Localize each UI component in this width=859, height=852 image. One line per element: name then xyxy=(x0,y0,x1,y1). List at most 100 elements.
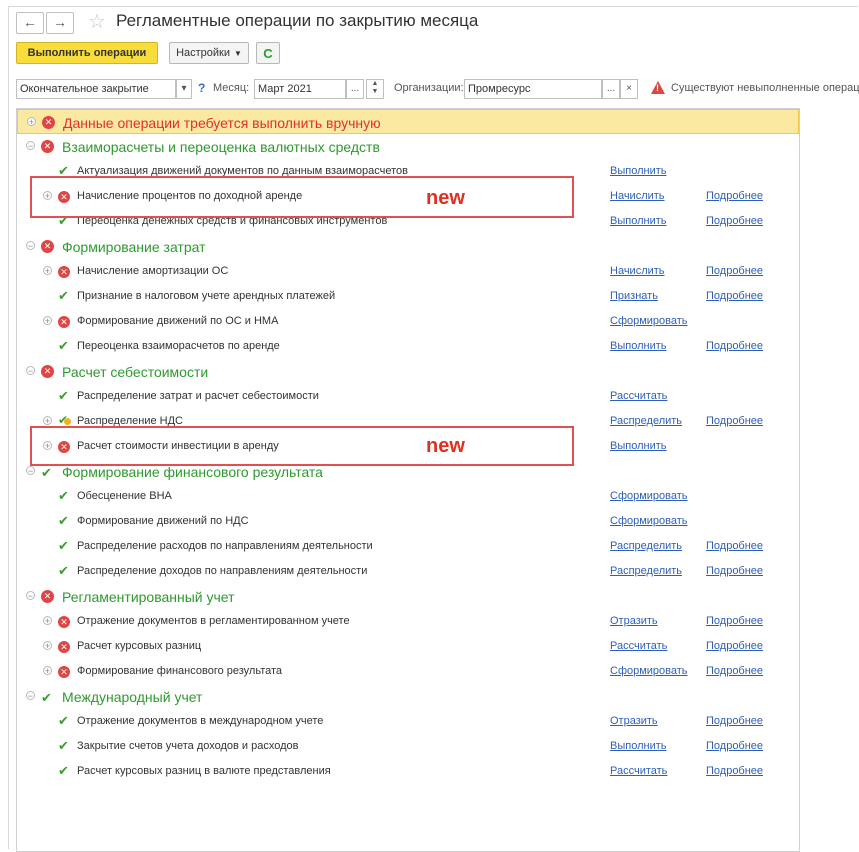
operation-action-link[interactable]: Отразить xyxy=(610,715,658,727)
group-row[interactable]: − ✔ Международный учет xyxy=(17,684,799,709)
back-button[interactable]: ← xyxy=(16,12,44,34)
help-icon[interactable]: ? xyxy=(198,81,205,95)
operation-name: Формирование движений по НДС xyxy=(77,515,249,527)
mode-dropdown-button[interactable]: ▾ xyxy=(176,79,192,99)
operation-name: Расчет курсовых разниц xyxy=(77,640,202,652)
favorite-star-icon[interactable]: ☆ xyxy=(88,9,106,34)
details-link[interactable]: Подробнее xyxy=(706,265,763,277)
expand-toggle-icon[interactable]: + xyxy=(43,416,52,426)
collapse-toggle-icon[interactable]: − xyxy=(26,466,35,476)
details-link[interactable]: Подробнее xyxy=(706,615,763,627)
refresh-icon: C xyxy=(263,46,273,61)
forward-button[interactable]: → xyxy=(46,12,74,34)
group-row[interactable]: − ✕ Регламентированный учет xyxy=(17,584,799,609)
details-link[interactable]: Подробнее xyxy=(706,190,763,202)
expand-toggle-icon[interactable]: + xyxy=(43,666,52,676)
expand-toggle-icon[interactable]: + xyxy=(43,316,52,326)
details-link[interactable]: Подробнее xyxy=(706,290,763,302)
month-select-button[interactable]: ... xyxy=(346,79,364,99)
org-select-button[interactable]: ... xyxy=(602,79,620,99)
operation-action-link[interactable]: Рассчитать xyxy=(610,640,667,652)
operation-action-link[interactable]: Выполнить xyxy=(610,440,666,452)
details-link[interactable]: Подробнее xyxy=(706,215,763,227)
settings-label: Настройки xyxy=(176,47,230,59)
check-status-icon: ✔ xyxy=(58,763,69,778)
expand-toggle-icon[interactable]: + xyxy=(27,117,36,127)
collapse-toggle-icon[interactable]: − xyxy=(26,366,35,376)
operation-name: Признание в налоговом учете арендных пла… xyxy=(77,290,336,302)
group-row[interactable]: − ✕ Формирование затрат xyxy=(17,234,799,259)
check-status-icon: ✔ xyxy=(58,488,69,503)
group-row[interactable]: − ✕ Расчет себестоимости xyxy=(17,359,799,384)
operation-action-link[interactable]: Начислить xyxy=(610,190,665,202)
operation-action-link[interactable]: Начислить xyxy=(610,265,665,277)
operation-row: ✔ Переоценка взаиморасчетов по аренде Выпо… xyxy=(17,334,799,359)
month-field[interactable]: Март 2021 xyxy=(254,79,346,99)
operation-action-link[interactable]: Рассчитать xyxy=(610,765,667,777)
operation-action-link[interactable]: Сформировать xyxy=(610,665,688,677)
operation-name: Переоценка взаиморасчетов по аренде xyxy=(77,340,280,352)
collapse-toggle-icon[interactable]: − xyxy=(26,141,35,151)
new-annotation-label: new xyxy=(426,435,465,457)
operation-action-link[interactable]: Выполнить xyxy=(610,215,666,227)
operation-action-link[interactable]: Сформировать xyxy=(610,490,688,502)
collapse-toggle-icon[interactable]: − xyxy=(26,591,35,601)
group-name: Формирование затрат xyxy=(62,239,206,255)
warning-text: Существуют невыполненные операции xyxy=(671,82,859,94)
month-stepper[interactable]: ▲ ▼ xyxy=(366,79,384,99)
operation-action-link[interactable]: Выполнить xyxy=(610,740,666,752)
operation-row: + ✕ Расчет курсовых разниц Рассчитать Подроб… xyxy=(17,634,799,659)
operation-action-link[interactable]: Выполнить xyxy=(610,165,666,177)
operation-action-link[interactable]: Отразить xyxy=(610,615,658,627)
expand-toggle-icon[interactable]: + xyxy=(43,266,52,276)
operation-row: + ✕ Отражение документов в регламентирован… xyxy=(17,609,799,634)
details-link[interactable]: Подробнее xyxy=(706,540,763,552)
details-link[interactable]: Подробнее xyxy=(706,715,763,727)
operation-row: ✔ Формирование движений по НДС Сформироват… xyxy=(17,509,799,534)
details-link[interactable]: Подробнее xyxy=(706,765,763,777)
operation-row: ✔ Распределение доходов по направлениям д… xyxy=(17,559,799,584)
new-annotation-label: new xyxy=(426,187,465,209)
operation-action-link[interactable]: Распределить xyxy=(610,565,682,577)
operation-name: Распределение расходов по направлениям д… xyxy=(77,540,373,552)
settings-button[interactable]: Настройки ▼ xyxy=(169,42,249,64)
operation-name: Отражение документов в международном уче… xyxy=(77,715,324,727)
collapse-toggle-icon[interactable]: − xyxy=(26,241,35,251)
forward-arrow-icon: → xyxy=(53,14,67,30)
refresh-button[interactable]: C xyxy=(256,42,280,64)
details-link[interactable]: Подробнее xyxy=(706,665,763,677)
group-name: Расчет себестоимости xyxy=(62,364,209,380)
error-status-icon: ✕ xyxy=(42,116,55,129)
annotation-box-2 xyxy=(30,426,574,466)
details-link[interactable]: Подробнее xyxy=(706,340,763,352)
details-link[interactable]: Подробнее xyxy=(706,415,763,427)
check-status-icon: ✔ xyxy=(58,338,69,353)
operation-action-link[interactable]: Сформировать xyxy=(610,315,688,327)
organization-field[interactable]: Промресурс xyxy=(464,79,602,99)
check-status-icon: ✔ xyxy=(58,288,69,303)
details-link[interactable]: Подробнее xyxy=(706,640,763,652)
warning-dot-icon xyxy=(64,418,71,425)
operation-row: ✔ Признание в налоговом учете арендных пл… xyxy=(17,284,799,309)
expand-toggle-icon[interactable]: + xyxy=(43,616,52,626)
run-operations-button[interactable]: Выполнить операции xyxy=(16,42,158,64)
check-status-icon: ✔ xyxy=(58,513,69,528)
operation-row: + ✕ Формирование движений по ОС и НМА Сформ… xyxy=(17,309,799,334)
group-row[interactable]: − ✕ Взаиморасчеты и переоценка валютных ср… xyxy=(17,134,799,159)
operation-action-link[interactable]: Признать xyxy=(610,290,658,302)
operation-action-link[interactable]: Распределить xyxy=(610,540,682,552)
details-link[interactable]: Подробнее xyxy=(706,565,763,577)
operation-action-link[interactable]: Распределить xyxy=(610,415,682,427)
expand-toggle-icon[interactable]: + xyxy=(43,641,52,651)
check-status-icon: ✔ xyxy=(58,388,69,403)
stepper-icon: ▲ ▼ xyxy=(371,80,379,95)
operation-action-link[interactable]: Рассчитать xyxy=(610,390,667,402)
group-row[interactable]: + ✕ Данные операции требуется выполнить вр… xyxy=(17,109,799,134)
operation-action-link[interactable]: Выполнить xyxy=(610,340,666,352)
org-clear-button[interactable]: × xyxy=(620,79,638,99)
operation-name: Расчет курсовых разниц в валюте представ… xyxy=(77,765,331,777)
operation-action-link[interactable]: Сформировать xyxy=(610,515,688,527)
closing-mode-select[interactable]: Окончательное закрытие xyxy=(16,79,176,99)
details-link[interactable]: Подробнее xyxy=(706,740,763,752)
collapse-toggle-icon[interactable]: − xyxy=(26,691,35,701)
